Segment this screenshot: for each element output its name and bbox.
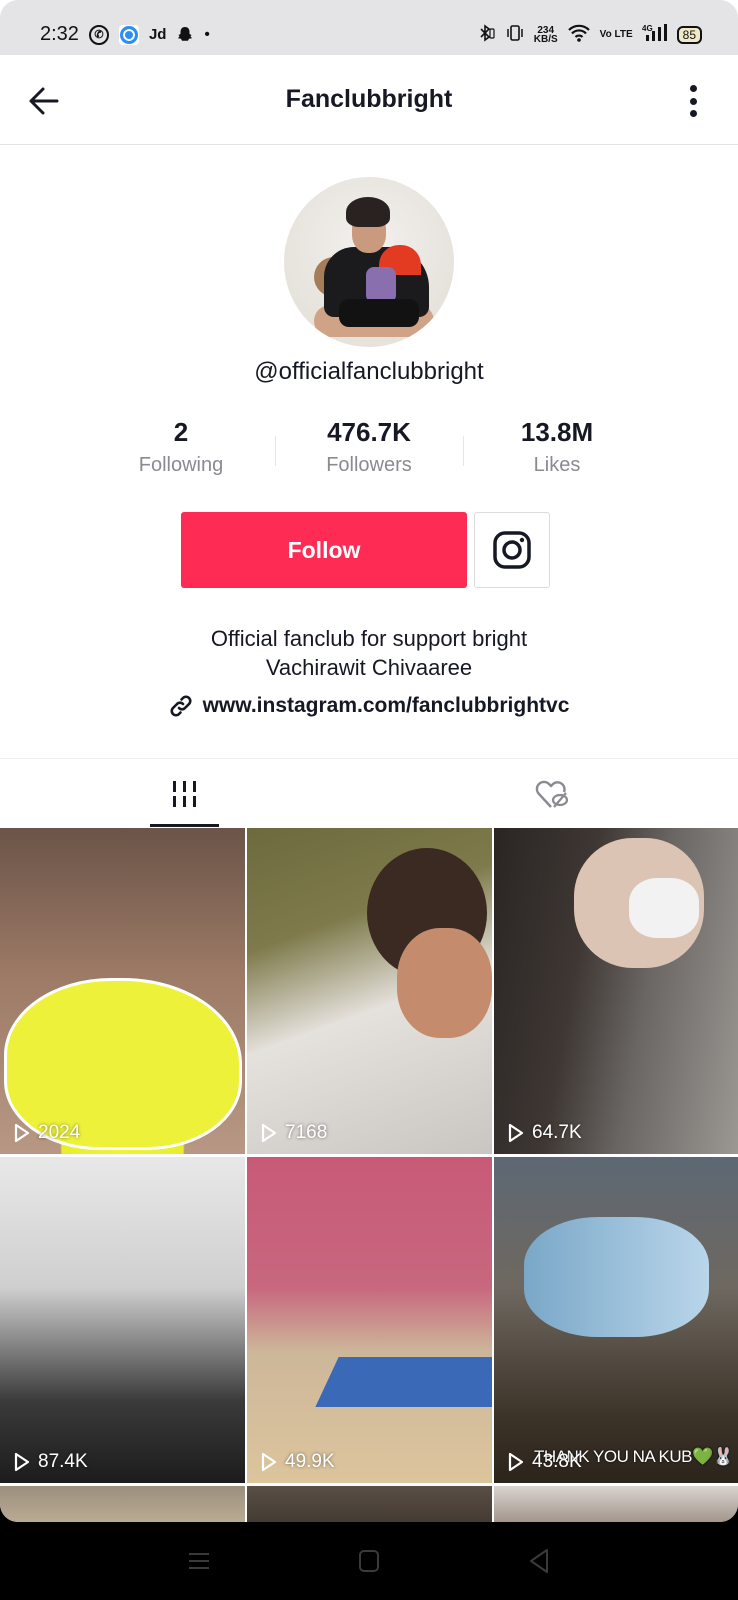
view-count-text: 2024	[38, 1122, 81, 1143]
hidden-heart-icon	[535, 780, 568, 808]
wifi-icon	[567, 23, 591, 46]
stat-value: 2	[173, 417, 189, 447]
profile-link[interactable]: www.instagram.com/fanclubbrightvc	[0, 694, 738, 718]
instagram-icon	[493, 531, 531, 569]
arrow-left-icon	[29, 87, 59, 115]
system-back-button[interactable]	[524, 1546, 554, 1576]
thumbnail-image-part	[397, 928, 492, 1038]
avatar-image-part	[339, 299, 419, 327]
video-thumbnail[interactable]: 87.4K	[0, 1157, 245, 1483]
more-dot-icon	[689, 110, 697, 117]
page-title: Fanclubbright	[285, 85, 453, 113]
status-time: 2:32	[40, 23, 79, 45]
svg-text:4G: 4G	[642, 24, 653, 33]
stat-followers[interactable]: 476.7K Followers	[275, 416, 463, 477]
tab-liked[interactable]	[369, 759, 738, 829]
view-count: 49.9K	[261, 1451, 335, 1473]
play-icon	[261, 1452, 277, 1472]
link-text: www.instagram.com/fanclubbrightvc	[202, 694, 570, 717]
square-icon	[359, 1550, 379, 1572]
tab-videos[interactable]	[0, 759, 369, 829]
more-dot-icon	[689, 97, 697, 105]
video-thumbnail[interactable]: 7168	[247, 828, 492, 1154]
profile-avatar[interactable]	[284, 177, 454, 347]
profile-header: Fanclubbright	[0, 55, 738, 145]
stat-label: Following	[138, 454, 224, 476]
video-thumbnail[interactable]	[494, 1486, 738, 1522]
more-options-button[interactable]	[686, 81, 700, 121]
view-count: 87.4K	[14, 1451, 88, 1473]
video-thumbnail[interactable]: 49.9K	[247, 1157, 492, 1483]
video-thumbnail[interactable]	[0, 1486, 245, 1522]
play-icon	[14, 1123, 30, 1143]
whatsapp-icon: ✆	[88, 24, 109, 45]
profile-username: @officialfanclubbright	[254, 358, 484, 385]
video-thumbnail[interactable]	[247, 1486, 492, 1522]
profile-stats: 2 Following 476.7K Followers 13.8M Likes	[87, 416, 651, 477]
video-thumbnail[interactable]: 2024	[0, 828, 245, 1154]
volte-icon: Vo LTE	[599, 29, 633, 40]
status-bar: 2:32 ✆ Jd • 234 KB/S Vo LTE 4G 85	[0, 0, 738, 55]
video-grid: 2024 7168 64.7K 87.4K 49.9K THANK YOU NA…	[0, 828, 738, 1522]
view-count-text: 49.9K	[285, 1451, 335, 1472]
thumbnail-image-part	[629, 878, 699, 938]
avatar-image-part	[346, 197, 390, 227]
thumbnail-image-part	[315, 1357, 492, 1407]
video-thumbnail[interactable]: 64.7K	[494, 828, 738, 1154]
jd-app-icon: Jd	[148, 26, 167, 43]
video-thumbnail[interactable]: THANK YOU NA KUB💚🐰 43.8K	[494, 1157, 738, 1483]
grid-lines-icon	[172, 781, 196, 807]
back-button[interactable]	[26, 83, 62, 119]
thumbnail-image-part	[524, 1217, 709, 1337]
view-count-text: 7168	[285, 1122, 328, 1143]
play-icon	[261, 1123, 277, 1143]
avatar-image-part	[366, 267, 396, 303]
view-count-text: 87.4K	[38, 1451, 88, 1472]
stat-value: 13.8M	[520, 417, 594, 447]
play-icon	[508, 1452, 524, 1472]
view-count: 43.8K	[508, 1451, 582, 1473]
stat-following[interactable]: 2 Following	[87, 416, 275, 477]
play-icon	[14, 1452, 30, 1472]
stat-value: 476.7K	[327, 417, 411, 447]
signal-icon: 4G	[642, 23, 668, 46]
link-icon	[170, 695, 192, 717]
menu-icon	[189, 1553, 209, 1569]
follow-button[interactable]: Follow	[181, 512, 467, 588]
bio-line: Official fanclub for support bright	[210, 626, 528, 651]
snapchat-icon	[176, 26, 194, 44]
more-dot-icon	[689, 85, 697, 92]
stat-label: Followers	[326, 454, 412, 476]
view-count-text: 43.8K	[532, 1451, 582, 1472]
bluetooth-icon	[476, 23, 496, 46]
play-icon	[508, 1123, 524, 1143]
app-screen: 2:32 ✆ Jd • 234 KB/S Vo LTE 4G 85 Fanclu…	[0, 0, 738, 1522]
triangle-back-icon	[530, 1549, 548, 1573]
view-count: 2024	[14, 1122, 80, 1144]
recent-apps-button[interactable]	[184, 1546, 214, 1576]
profile-tabs	[0, 758, 738, 828]
notification-dot-icon: •	[204, 26, 210, 43]
battery-indicator: 85	[676, 25, 702, 44]
instagram-button[interactable]	[474, 512, 550, 588]
profile-bio: Official fanclub for support bright Vach…	[0, 624, 738, 682]
stat-likes[interactable]: 13.8M Likes	[463, 416, 651, 477]
view-count: 64.7K	[508, 1122, 582, 1144]
android-nav-bar	[0, 1522, 738, 1600]
stat-label: Likes	[533, 454, 581, 476]
view-count-text: 64.7K	[532, 1122, 582, 1143]
view-count: 7168	[261, 1122, 327, 1144]
home-button[interactable]	[354, 1546, 384, 1576]
vibrate-icon	[505, 23, 525, 46]
blue-app-icon	[118, 24, 139, 45]
speed-unit: KB/S	[533, 33, 558, 45]
bio-line: Vachirawit Chivaaree	[265, 655, 473, 680]
network-speed: 234 KB/S	[533, 25, 558, 45]
